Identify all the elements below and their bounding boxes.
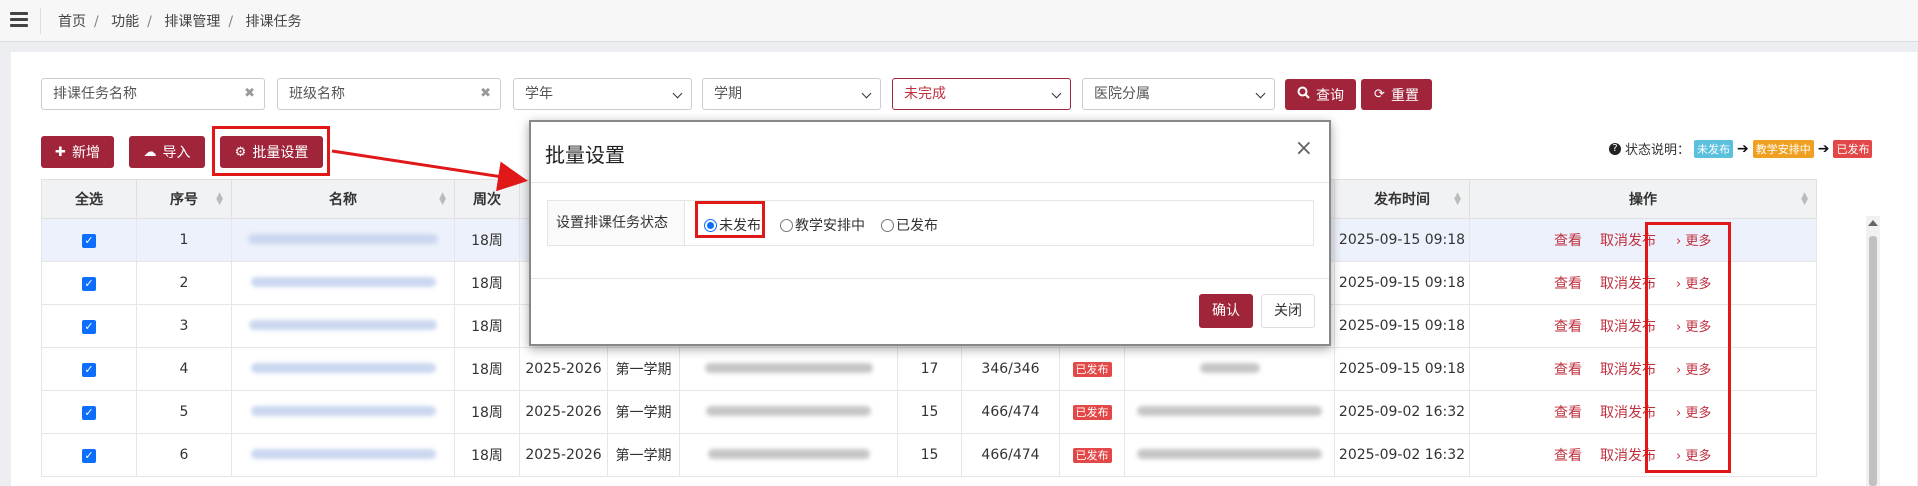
- annotation-arrow: [331, 149, 528, 192]
